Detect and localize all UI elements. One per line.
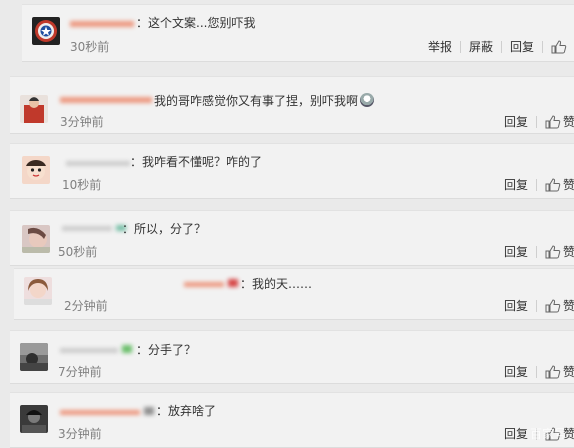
report-button[interactable]: 举报 xyxy=(420,38,460,55)
avatar[interactable] xyxy=(20,95,48,123)
thumbs-up-icon[interactable] xyxy=(545,114,561,129)
comment-card: ：分手了？ 7分钟前 回复 赞 xyxy=(10,330,574,384)
comment-time: 10秒前 xyxy=(62,178,102,192)
thumbs-up-icon[interactable] xyxy=(551,39,567,54)
like-count: 赞 xyxy=(563,245,574,259)
thumbs-up-icon[interactable] xyxy=(545,177,561,192)
comment-actions: 举报 屏蔽 回复 xyxy=(420,38,567,55)
avatar[interactable] xyxy=(20,405,48,433)
comment-actions: 回复 赞 xyxy=(496,363,574,380)
username-blurred[interactable] xyxy=(62,221,128,235)
like-count: 赞 xyxy=(563,299,574,313)
username-blurred[interactable] xyxy=(184,277,240,291)
like-count: 赞 xyxy=(563,365,574,379)
like-count: 赞 xyxy=(563,115,574,129)
comment-actions: 回复 赞 xyxy=(496,243,574,260)
divider xyxy=(536,365,538,378)
thumbs-up-icon[interactable] xyxy=(545,364,561,379)
comment-time: 3分钟前 xyxy=(60,115,104,129)
watermark: 百家号 xyxy=(529,427,566,441)
reply-button[interactable]: 回复 xyxy=(496,363,536,380)
comment-card: ：放弃啥了 3分钟前 回复 赞 xyxy=(10,392,574,448)
comment-text: ：我咋看不懂呢？咋的了 xyxy=(130,155,263,169)
divider xyxy=(542,40,544,53)
reply-button[interactable]: 回复 xyxy=(496,176,536,193)
comment-time: 7分钟前 xyxy=(58,365,102,379)
comment-time: 50秒前 xyxy=(58,245,98,259)
comment-time: 2分钟前 xyxy=(64,299,108,313)
comment-time: 3分钟前 xyxy=(58,427,102,441)
divider xyxy=(536,245,538,258)
reply-button[interactable]: 回复 xyxy=(502,38,542,55)
block-button[interactable]: 屏蔽 xyxy=(461,38,501,55)
comment-card: 我的哥咋感觉你又有事了捏，别吓我啊 3分钟前 回复 赞 xyxy=(10,76,574,134)
username-blurred[interactable] xyxy=(60,343,136,357)
comment-card: ：我咋看不懂呢？咋的了 10秒前 回复 赞 xyxy=(10,143,574,199)
comment-actions: 回复 赞 xyxy=(496,176,574,193)
comment-actions: 回复 赞 xyxy=(496,297,574,314)
comment-card: ：所以，分了？ 50秒前 回复 赞 xyxy=(10,210,574,266)
like-count: 赞 xyxy=(563,178,574,192)
divider xyxy=(536,115,538,128)
comment-text: ：我的天…… xyxy=(240,277,313,291)
avatar[interactable] xyxy=(32,17,60,45)
comment-actions: 回复 赞 xyxy=(496,113,574,130)
avatar[interactable] xyxy=(24,277,52,305)
comment-text: ：放弃啥了 xyxy=(156,404,217,418)
username-blurred[interactable] xyxy=(70,17,134,31)
reply-button[interactable]: 回复 xyxy=(496,243,536,260)
comment-text: 我的哥咋感觉你又有事了捏，别吓我啊 xyxy=(154,93,375,109)
surprised-face-icon xyxy=(360,93,375,107)
comment-card: ：这个文案...您别吓我 30秒前 举报 屏蔽 回复 xyxy=(22,4,574,62)
username-blurred[interactable] xyxy=(60,405,156,419)
thumbs-up-icon[interactable] xyxy=(545,298,561,313)
avatar[interactable] xyxy=(22,156,50,184)
comment-text: ：这个文案...您别吓我 xyxy=(136,16,256,30)
username-blurred[interactable] xyxy=(60,93,152,107)
comment-text-content: 我的哥咋感觉你又有事了捏，别吓我啊 xyxy=(154,94,359,108)
comment-time: 30秒前 xyxy=(70,40,110,54)
thumbs-up-icon[interactable] xyxy=(545,244,561,259)
avatar[interactable] xyxy=(20,343,48,371)
avatar[interactable] xyxy=(22,225,50,253)
divider xyxy=(536,178,538,191)
reply-button[interactable]: 回复 xyxy=(496,297,536,314)
comment-card: ：我的天…… 2分钟前 回复 赞 xyxy=(14,268,574,320)
username-blurred[interactable] xyxy=(66,156,130,170)
comment-text: ：分手了？ xyxy=(136,343,197,357)
reply-button[interactable]: 回复 xyxy=(496,113,536,130)
divider xyxy=(536,299,538,312)
comment-text: ：所以，分了？ xyxy=(122,222,207,236)
